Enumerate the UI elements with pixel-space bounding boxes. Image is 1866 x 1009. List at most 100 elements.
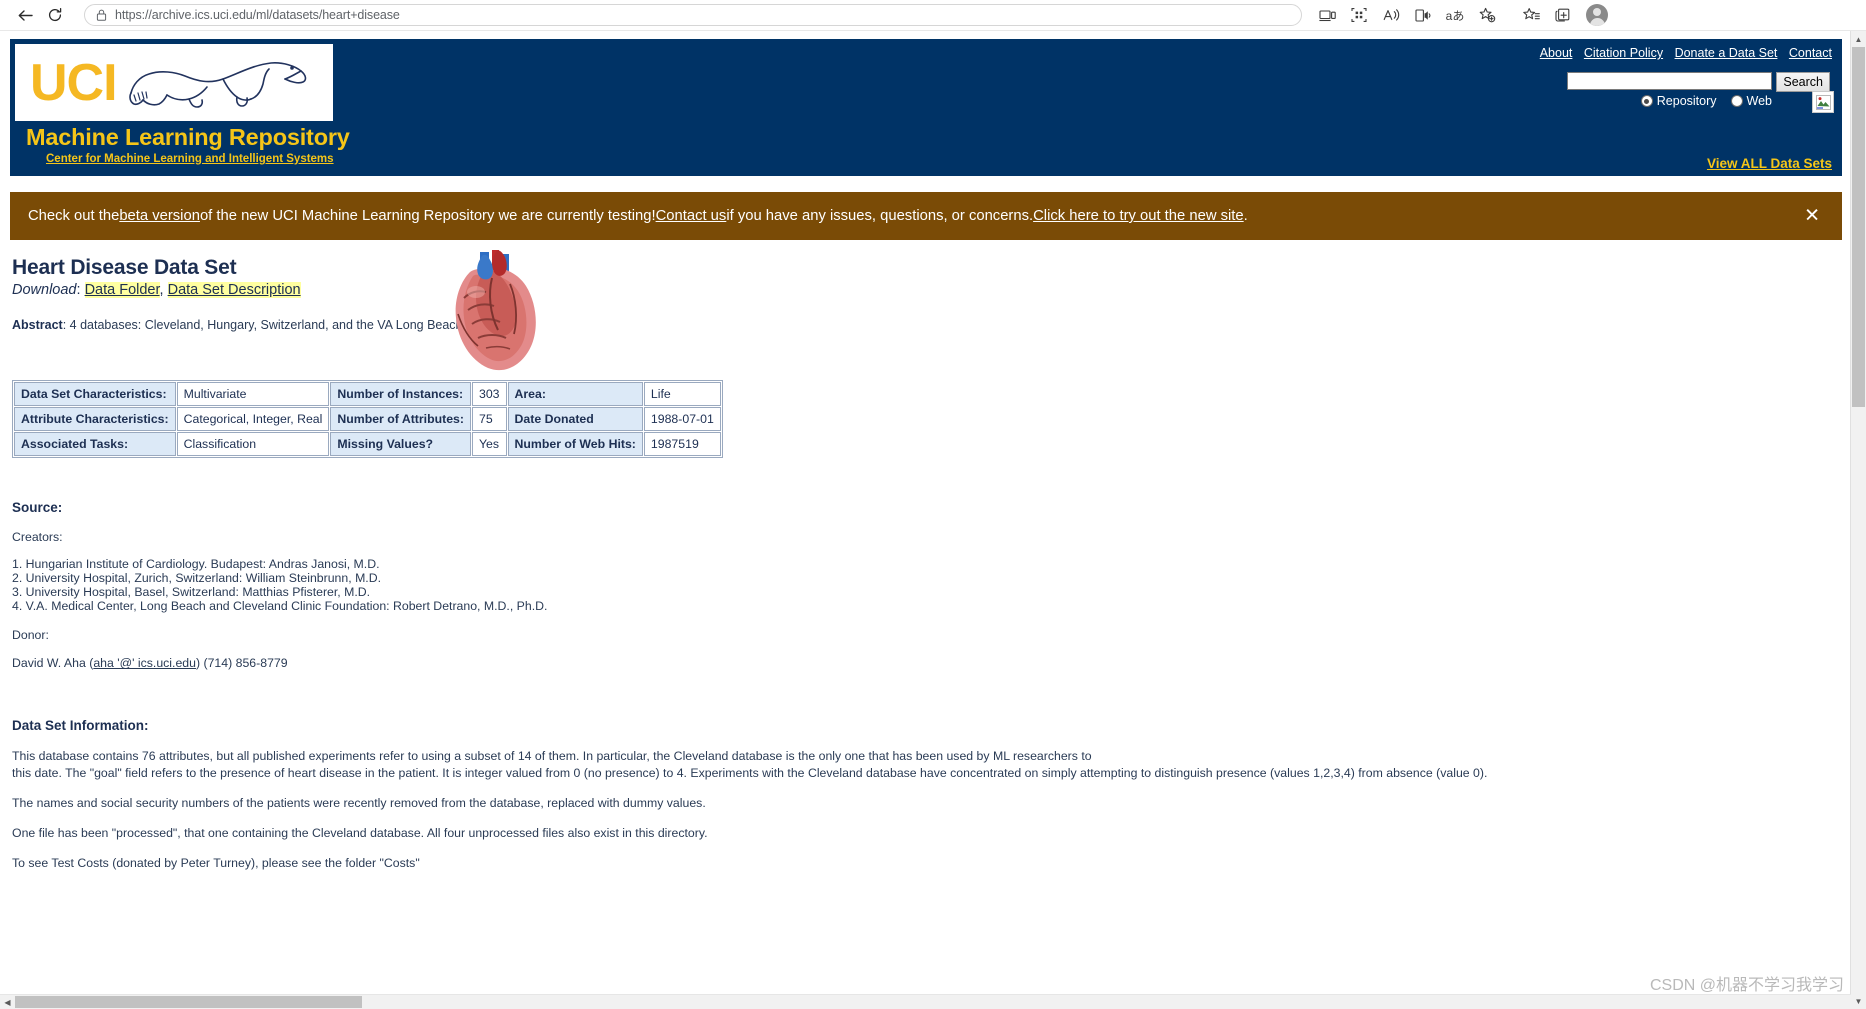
cell-label-web-hits: Number of Web Hits: [507,432,643,456]
cell-value-missing-values: Yes [471,432,507,456]
banner-link-contact-us[interactable]: Contact us [656,208,727,224]
radio-repository-label: Repository [1656,94,1717,108]
cell-value-associated-tasks: Classification [176,432,330,456]
donor-line: David W. Aha (aha '@' ics.uci.edu) (714)… [12,657,1852,670]
vertical-scrollbar[interactable]: ▲ ▼ [1850,31,1866,1009]
uci-logo[interactable]: UCI [15,44,333,121]
search-scope-radios: Repository Web [1640,94,1782,108]
hscroll-left-arrow[interactable]: ◀ [0,995,15,1009]
search-input[interactable] [1567,72,1773,90]
donor-email-link[interactable]: aha '@' ics.uci.edu [93,656,196,670]
search-button[interactable]: Search [1776,72,1830,92]
banner-text-1: Check out the [28,208,120,224]
anteater-icon [123,49,313,116]
banner-close-button[interactable]: ✕ [1804,207,1820,226]
lock-icon [93,9,109,21]
abstract-label: Abstract [12,318,63,332]
nav-link-about[interactable]: About [1540,46,1573,60]
view-all-datasets-link[interactable]: View ALL Data Sets [1707,156,1832,171]
favorites-icon[interactable] [1516,2,1546,28]
link-data-folder[interactable]: Data Folder [84,282,160,298]
donor-name: David W. Aha ( [12,656,94,671]
browser-toolbar: https://archive.ics.uci.edu/ml/datasets/… [0,0,1866,31]
link-data-set-description[interactable]: Data Set Description [167,282,301,298]
horizontal-scrollbar[interactable]: ◀ [0,994,1851,1009]
list-item: 1. Hungarian Institute of Cardiology. Bu… [12,556,380,571]
cell-label-number-of-instances: Number of Instances: [330,382,471,406]
nav-link-contact[interactable]: Contact [1789,46,1832,60]
banner-link-new-site[interactable]: Click here to try out the new site [1033,208,1244,224]
cell-value-area: Life [643,382,721,406]
heart-illustration [440,248,550,376]
list-item: 4. V.A. Medical Center, Long Beach and C… [12,598,548,613]
page-title: Heart Disease Data Set [12,256,237,279]
banner-text-3: if you have any issues, questions, or co… [726,208,1034,224]
address-bar[interactable]: https://archive.ics.uci.edu/ml/datasets/… [84,4,1302,26]
browser-tool-icons: aあ [1312,2,1608,28]
dataset-info-table: Data Set Characteristics: Multivariate N… [12,380,723,458]
cell-label-dataset-characteristics: Data Set Characteristics: [14,382,176,406]
hscroll-thumb[interactable] [15,996,362,1008]
cell-label-area: Area: [507,382,643,406]
radio-repository[interactable] [1640,95,1653,107]
radio-web[interactable] [1730,95,1743,107]
translate-icon[interactable]: aあ [1440,2,1470,28]
table-row: Attribute Characteristics: Categorical, … [14,407,721,431]
cell-label-missing-values: Missing Values? [330,432,471,456]
center-link[interactable]: Center for Machine Learning and Intellig… [46,153,334,165]
address-text: https://archive.ics.uci.edu/ml/datasets/… [115,8,400,22]
cell-label-date-donated: Date Donated [507,407,643,431]
banner-text-2: of the new UCI Machine Learning Reposito… [199,208,656,224]
cell-value-number-of-attributes: 75 [471,407,507,431]
nav-link-donate[interactable]: Donate a Data Set [1675,46,1778,60]
paragraph: This database contains 76 attributes, bu… [12,749,1092,764]
device-cast-icon[interactable] [1312,2,1342,28]
cell-value-date-donated: 1988-07-01 [643,407,721,431]
nav-link-citation-policy[interactable]: Citation Policy [1584,46,1663,60]
add-to-collections-icon[interactable] [1472,2,1502,28]
cell-label-number-of-attributes: Number of Attributes: [330,407,471,431]
donor-phone: ) (714) 856-8779 [195,656,288,671]
creators-list: 1. Hungarian Institute of Cardiology. Bu… [12,556,1852,613]
cell-value-web-hits: 1987519 [643,432,721,456]
cell-value-number-of-instances: 303 [471,382,507,406]
page-viewport: UCI Machine Learning Repository Center f… [0,31,1866,1009]
table-row: Associated Tasks: Classification Missing… [14,432,721,456]
dataset-information-heading: Data Set Information: [12,718,149,734]
abstract-line: Abstract: 4 databases: Cleveland, Hungar… [12,318,1852,332]
back-button[interactable] [10,1,40,29]
download-label: Download [12,282,77,298]
download-sep: : [76,282,85,298]
main-content: Heart Disease Data Set Download: Data Fo… [0,240,1852,871]
link-sep: , [159,282,168,298]
paragraph: this date. The "goal" field refers to th… [12,765,1488,780]
site-title: Machine Learning Repository [26,124,350,150]
list-item: 2. University Hospital, Zurich, Switzerl… [12,570,382,585]
uci-site-header: UCI Machine Learning Repository Center f… [10,39,1842,176]
download-line: Download: Data Folder, Data Set Descript… [12,282,1852,298]
read-aloud-icon[interactable] [1376,2,1406,28]
app-grid-icon[interactable] [1344,2,1374,28]
cell-value-dataset-characteristics: Multivariate [176,382,330,406]
scroll-down-arrow[interactable]: ▼ [1851,993,1866,1009]
uci-logo-text: UCI [30,53,118,112]
paragraph: One file has been "processed", that one … [12,826,708,841]
radio-web-label: Web [1746,94,1772,108]
cell-value-attribute-characteristics: Categorical, Integer, Real [176,407,330,431]
profile-avatar[interactable] [1586,4,1608,26]
beta-banner: Check out the beta version of the new UC… [10,192,1842,240]
banner-link-beta-version[interactable]: beta version [119,208,200,224]
cell-label-associated-tasks: Associated Tasks: [14,432,176,456]
immersive-reader-icon[interactable] [1408,2,1438,28]
scrollbar-thumb[interactable] [1852,47,1865,407]
header-nav-links: About Citation Policy Donate a Data Set … [1532,46,1832,60]
page-content: UCI Machine Learning Repository Center f… [0,31,1852,1009]
broken-image-icon [1812,91,1834,113]
header-search: Search [1567,72,1830,92]
donor-label: Donor: [12,627,49,642]
list-item: 3. University Hospital, Basel, Switzerla… [12,584,371,599]
paragraph: The names and social security numbers of… [12,795,706,810]
scroll-up-arrow[interactable]: ▲ [1851,31,1866,47]
reload-button[interactable] [40,1,70,29]
collections-icon[interactable] [1548,2,1578,28]
